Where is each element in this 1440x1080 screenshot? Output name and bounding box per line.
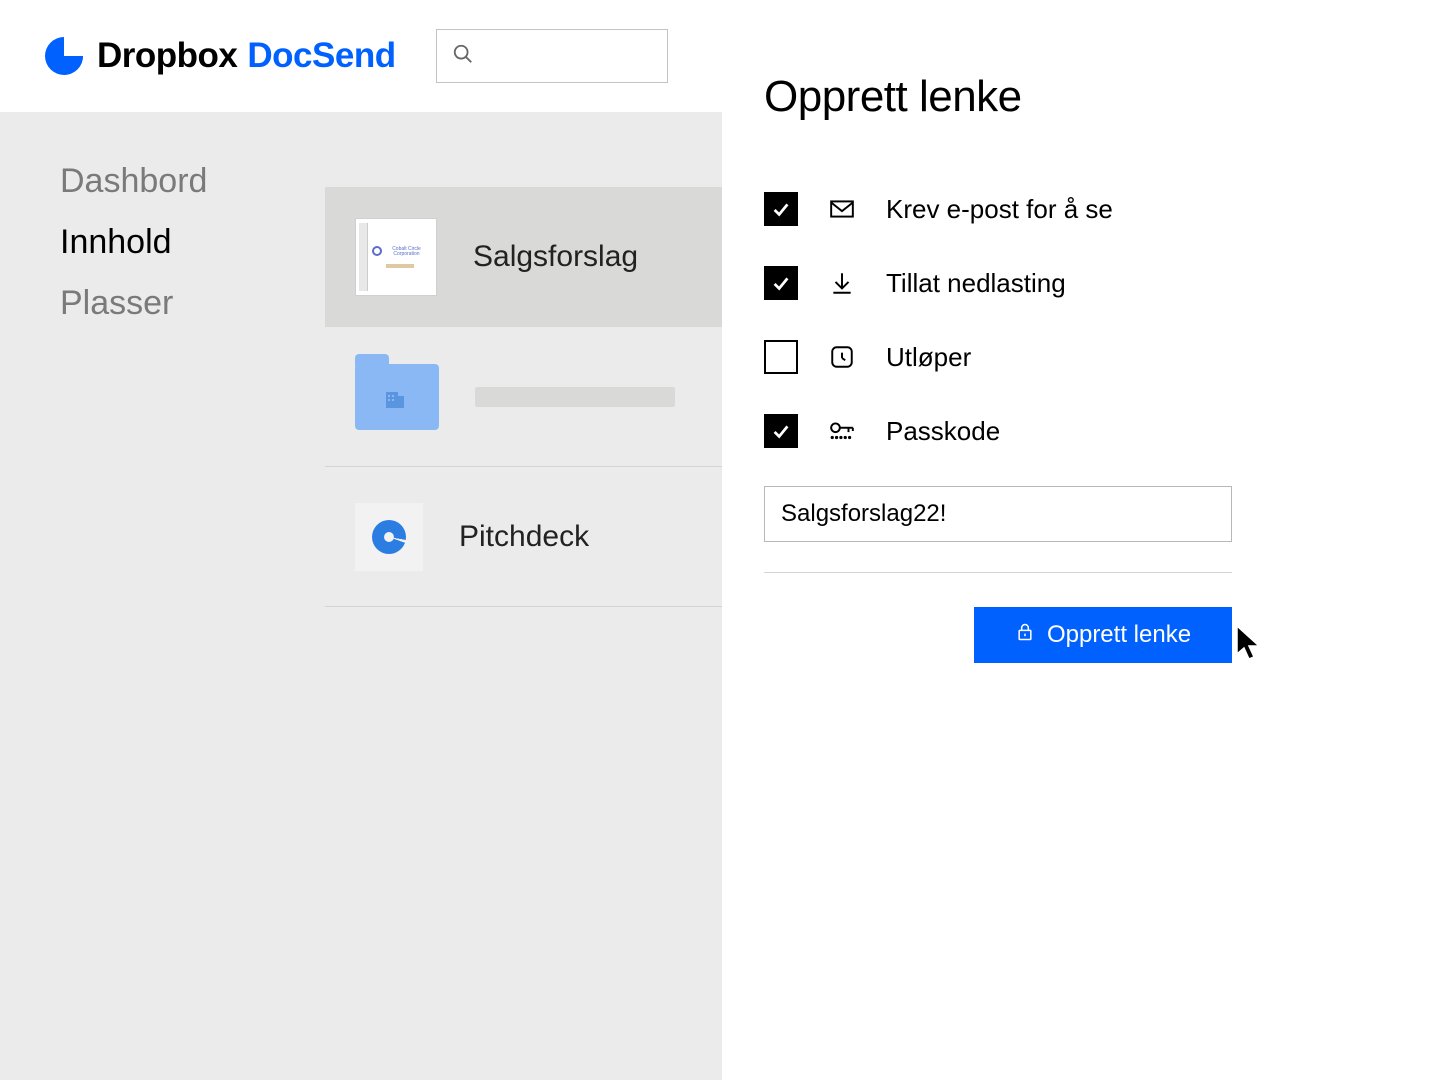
clock-icon xyxy=(828,343,856,371)
brand-primary: Dropbox xyxy=(97,36,237,76)
search-input[interactable] xyxy=(436,29,668,83)
option-label: Krev e-post for å se xyxy=(886,194,1113,225)
passcode-input[interactable] xyxy=(764,486,1232,542)
folder-thumbnail xyxy=(355,364,439,430)
search-wrap xyxy=(436,29,668,83)
divider xyxy=(764,572,1232,573)
brand-secondary: DocSend xyxy=(247,36,395,76)
sidebar-item-dashbord[interactable]: Dashbord xyxy=(60,162,325,201)
search-icon xyxy=(452,43,474,70)
building-icon xyxy=(383,386,407,410)
chart-thumbnail xyxy=(355,503,423,571)
option-passcode: Passkode xyxy=(764,394,1382,468)
cursor-icon xyxy=(1234,624,1264,664)
download-icon xyxy=(828,269,856,297)
option-expires: Utløper xyxy=(764,320,1382,394)
create-link-panel: Opprett lenke Krev e-post for å se Tilla… xyxy=(722,0,1440,1080)
key-icon xyxy=(828,417,856,445)
company-logo-icon xyxy=(372,246,382,256)
row-title: Pitchdeck xyxy=(459,520,589,554)
checkbox-allow-download[interactable] xyxy=(764,266,798,300)
sidebar-item-innhold[interactable]: Innhold xyxy=(60,223,325,262)
thumb-company-line2: Corporation xyxy=(385,251,429,256)
panel-title: Opprett lenke xyxy=(764,72,1382,122)
option-label: Tillat nedlasting xyxy=(886,268,1066,299)
document-thumbnail: Cobalt Circle Corporation xyxy=(355,218,437,296)
brand-logo[interactable]: Dropbox DocSend xyxy=(45,36,396,76)
dropbox-pie-icon xyxy=(45,37,83,75)
lock-icon xyxy=(1015,621,1035,650)
sidebar-item-plasser[interactable]: Plasser xyxy=(60,284,325,323)
create-button-label: Opprett lenke xyxy=(1047,621,1191,649)
sidebar: Dashbord Innhold Plasser xyxy=(0,112,325,1080)
checkbox-require-email[interactable] xyxy=(764,192,798,226)
email-icon xyxy=(828,195,856,223)
checkbox-passcode[interactable] xyxy=(764,414,798,448)
brand-text: Dropbox DocSend xyxy=(97,36,396,76)
checkbox-expires[interactable] xyxy=(764,340,798,374)
option-require-email: Krev e-post for å se xyxy=(764,172,1382,246)
row-title: Salgsforslag xyxy=(473,240,638,274)
placeholder-title xyxy=(475,387,675,407)
option-label: Passkode xyxy=(886,416,1000,447)
thumb-subtitle-bar xyxy=(386,264,414,268)
option-label: Utløper xyxy=(886,342,971,373)
option-allow-download: Tillat nedlasting xyxy=(764,246,1382,320)
pie-chart-icon xyxy=(372,520,406,554)
create-link-button[interactable]: Opprett lenke xyxy=(974,607,1232,663)
